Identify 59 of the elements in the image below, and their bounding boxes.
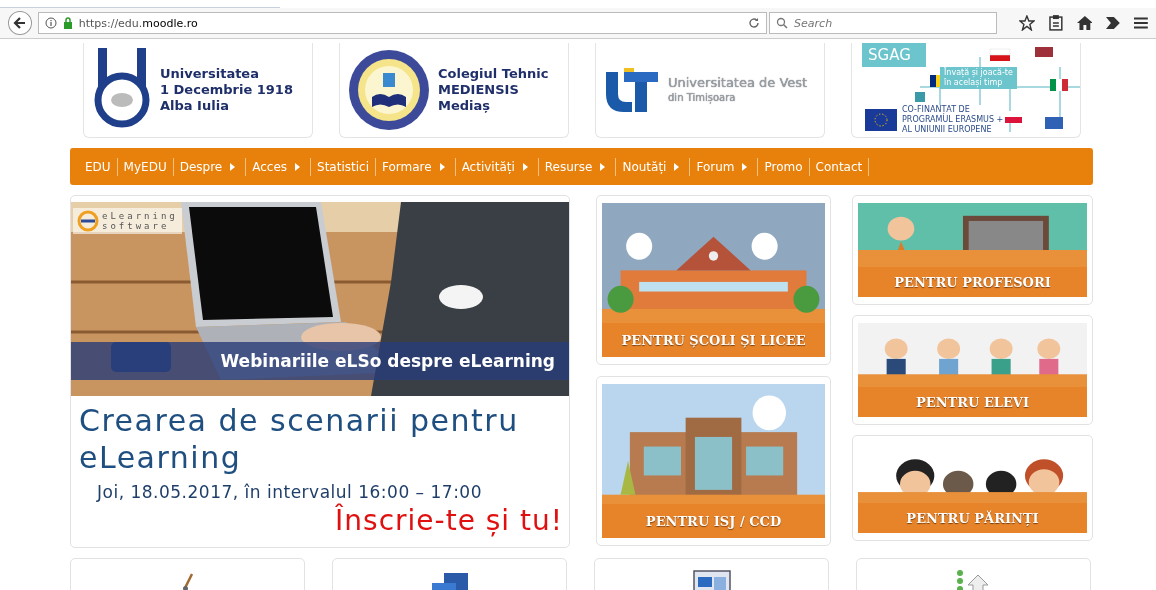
slogan-label: Învață și joacă-te în același timp bbox=[940, 66, 1017, 89]
partner-logo-card[interactable]: Colegiul Tehnic MEDIENSIS Mediaș bbox=[339, 43, 569, 138]
webinar-date: Joi, 18.05.2017, în intervalul 16:00 – 17:00 bbox=[95, 481, 483, 502]
menu-item[interactable]: EDU bbox=[79, 159, 117, 174]
tile-caption: PENTRU ȘCOLI ȘI LICEE bbox=[602, 323, 825, 357]
menu-item[interactable]: Activități bbox=[455, 159, 538, 174]
eu-flag-icon bbox=[865, 108, 897, 131]
tile-caption: PENTRU ELEVI bbox=[858, 387, 1087, 417]
tile-caption: PENTRU PROFESORI bbox=[858, 267, 1087, 297]
menu-item[interactable]: Promo bbox=[758, 159, 809, 174]
partner-logo-card[interactable]: Universitatea de Vest din Timișoara bbox=[595, 43, 825, 138]
webinar-caption: Webinariile eLSo despre eLearning bbox=[71, 342, 569, 380]
project-badge: SGAG bbox=[862, 43, 926, 67]
menu-item[interactable]: Despre bbox=[173, 159, 246, 174]
tile-caption: PENTRU PĂRINȚI bbox=[858, 503, 1087, 533]
partner-logo-card[interactable]: Universitatea 1 Decembrie 1918 Alba Iulia bbox=[83, 43, 313, 138]
partner-logo-card[interactable]: SGAG Învață și joacă-te în același timp CO-FINANȚAT DE PROGRAMUL ERASMUS + AL UNIUNII EUROPENE bbox=[851, 43, 1081, 138]
audience-tile[interactable]: PENTRU ȘCOLI ȘI LICEE bbox=[596, 195, 831, 365]
college-name-line: MEDIENSIS bbox=[438, 82, 520, 98]
back-arrow-icon bbox=[12, 16, 27, 30]
url-text: https://edu.moodle.ro bbox=[78, 16, 199, 30]
university-name-line: Universitatea bbox=[160, 66, 260, 82]
audience-tile[interactable]: PENTRU ISJ / CCD bbox=[596, 376, 831, 546]
back-button[interactable] bbox=[8, 11, 32, 35]
tile-caption: PENTRU ISJ / CCD bbox=[602, 504, 825, 538]
college-name-line: Mediaș bbox=[438, 98, 492, 114]
university-name-line: din Timișoara bbox=[668, 91, 737, 105]
menu-item[interactable]: Contact bbox=[809, 159, 869, 174]
menu-item[interactable]: Formare bbox=[376, 159, 455, 174]
address-field[interactable]: https://edu.moodle.ro bbox=[37, 12, 768, 34]
info-icon[interactable] bbox=[44, 17, 57, 29]
menu-item[interactable]: Acces bbox=[246, 159, 311, 174]
menu-icon[interactable] bbox=[1134, 17, 1148, 29]
uvt-logo-icon bbox=[604, 68, 660, 112]
audience-tile[interactable]: PENTRU ELEVI bbox=[852, 315, 1093, 425]
university-name-line: 1 Decembrie 1918 bbox=[160, 82, 293, 98]
audience-tile[interactable]: PENTRU PĂRINȚI bbox=[852, 435, 1093, 541]
menu-item[interactable]: MyEDU bbox=[117, 159, 173, 174]
college-seal-icon bbox=[348, 49, 430, 131]
audience-tile[interactable]: PENTRU PROFESORI bbox=[852, 195, 1093, 305]
brush-icon bbox=[182, 573, 193, 590]
university-name-line: Universitatea de Vest bbox=[668, 75, 808, 90]
webinar-banner[interactable]: eLearning software Webinariile eLSo despre eLearning Crearea de scenarii pentru eLearning Joi, 18.05.2017, în intervalul 16:00 – 17:00 Înscrie-te și tu! bbox=[70, 195, 570, 548]
webinar-title: Crearea de scenarii pentru eLearning bbox=[78, 402, 520, 476]
menu-item[interactable]: Resurse bbox=[538, 159, 616, 174]
menu-item[interactable]: Forum bbox=[690, 159, 758, 174]
reading-list-icon[interactable] bbox=[1048, 15, 1063, 31]
bookmark-star-icon[interactable] bbox=[1019, 15, 1035, 31]
reload-icon[interactable] bbox=[748, 17, 761, 29]
funding-note: CO-FINANȚAT DE PROGRAMUL ERASMUS + AL UNIUNII EUROPENE bbox=[902, 104, 1006, 135]
search-field[interactable]: Search bbox=[769, 12, 998, 34]
menu-item[interactable]: Noutăți bbox=[616, 159, 690, 174]
menu-item[interactable]: Statistici bbox=[311, 159, 375, 174]
college-name-line: Colegiul Tehnic bbox=[438, 66, 549, 82]
lock-icon[interactable] bbox=[62, 17, 73, 29]
university-name-line: Alba Iulia bbox=[160, 98, 230, 114]
elearning-software-logo: eLearning software bbox=[73, 208, 182, 234]
register-call: Înscrie-te și tu! bbox=[334, 504, 564, 537]
home-icon[interactable] bbox=[1076, 16, 1093, 30]
